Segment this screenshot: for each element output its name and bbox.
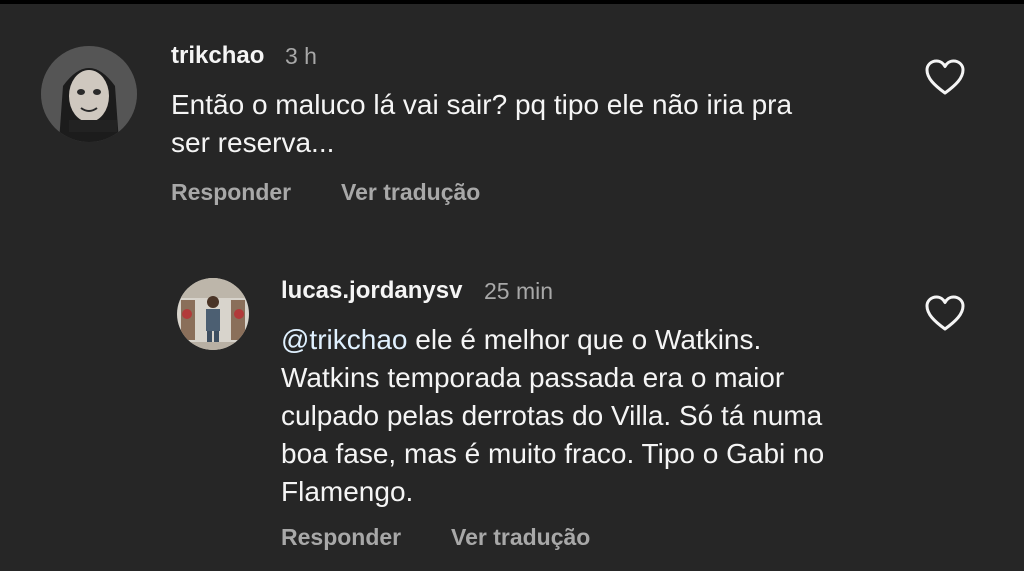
timestamp: 25 min — [484, 278, 554, 304]
timestamp: 3 h — [285, 43, 317, 69]
comment-text-line: Flamengo. — [281, 476, 414, 507]
username[interactable]: trikchao — [171, 42, 264, 70]
comment-text-line: ser reserva... — [171, 127, 335, 158]
heart-outline-icon[interactable] — [924, 294, 966, 332]
comment-text: @trikchao ele é melhor que o Watkins. Wa… — [281, 321, 921, 511]
comment-text-line: Watkins temporada passada era o maior — [281, 362, 785, 393]
comment-text-line: culpado pelas derrotas do Villa. Só tá n… — [281, 400, 823, 431]
avatar[interactable] — [41, 46, 137, 142]
comment-trikchao: trikchao 3 h Então o maluco lá vai sair?… — [0, 0, 1024, 230]
translate-button[interactable]: Ver tradução — [341, 179, 480, 206]
comment-text-line: ele é melhor que o Watkins. — [407, 324, 762, 355]
comment-text-line: boa fase, mas é muito fraco. Tipo o Gabi… — [281, 438, 825, 469]
translate-button[interactable]: Ver tradução — [451, 524, 590, 551]
mention-link[interactable]: @trikchao — [281, 324, 407, 355]
comment-text: Então o maluco lá vai sair? pq tipo ele … — [171, 86, 891, 162]
username[interactable]: lucas.jordanysv — [281, 277, 462, 305]
reply-button[interactable]: Responder — [281, 524, 401, 551]
reply-button[interactable]: Responder — [171, 179, 291, 206]
comment-lucas-jordanysv: lucas.jordanysv 25 min @trikchao ele é m… — [0, 230, 1024, 571]
heart-outline-icon[interactable] — [924, 58, 966, 96]
comment-text-line: Então o maluco lá vai sair? pq tipo ele … — [171, 89, 793, 120]
avatar[interactable] — [177, 278, 249, 350]
